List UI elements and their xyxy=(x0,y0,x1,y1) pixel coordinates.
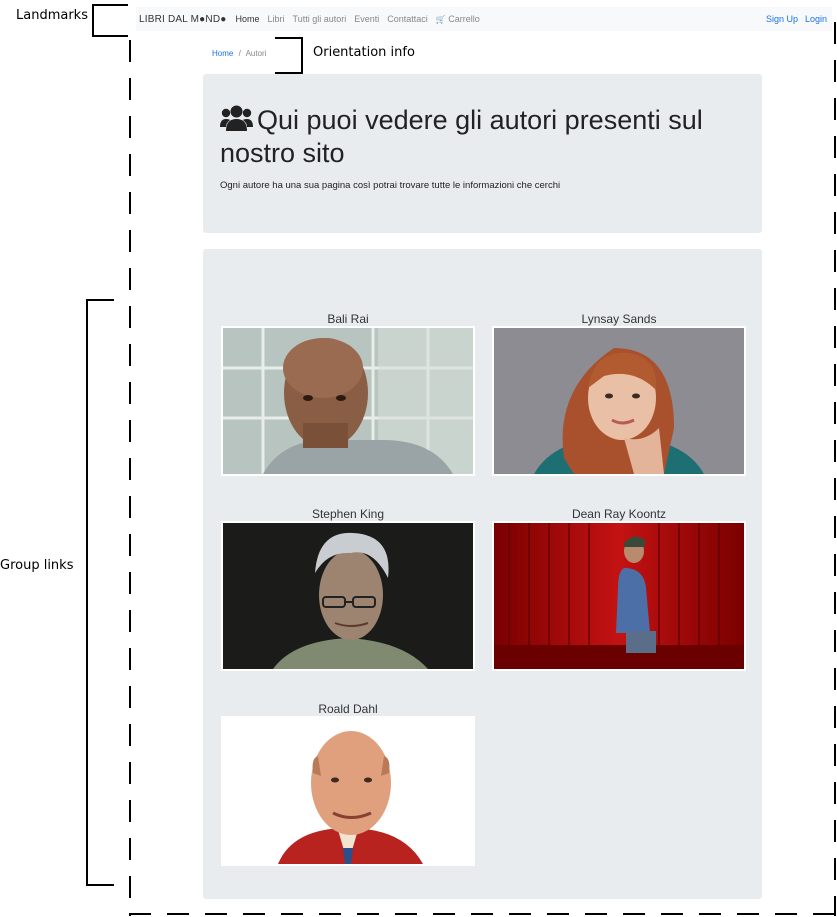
nav-tutti-autori[interactable]: Tutti gli autori xyxy=(293,14,347,24)
frame-left-dash xyxy=(129,40,131,916)
top-navbar: LIBRI DAL M●ND● Home Libri Tutti gli aut… xyxy=(136,7,832,31)
nav-home[interactable]: Home xyxy=(236,14,260,24)
breadcrumb: Home / Autori xyxy=(212,49,267,58)
nav-contattaci[interactable]: Contattaci xyxy=(387,14,428,24)
author-photo[interactable] xyxy=(492,521,746,671)
author-card-lynsay-sands[interactable]: Lynsay Sands xyxy=(492,312,746,476)
author-photo[interactable] xyxy=(221,716,475,866)
page-title: Qui puoi vedere gli autori presenti sul … xyxy=(220,104,740,170)
users-icon xyxy=(220,105,253,131)
author-photo[interactable] xyxy=(492,326,746,476)
frame-right-dash xyxy=(834,22,836,916)
brand-logo[interactable]: LIBRI DAL M●ND● xyxy=(139,14,227,25)
login-link[interactable]: Login xyxy=(805,14,827,24)
author-name[interactable]: Stephen King xyxy=(221,507,475,521)
nav-carrello[interactable]: 🛒 Carrello xyxy=(436,14,480,24)
breadcrumb-current: Autori xyxy=(245,49,267,58)
author-photo[interactable] xyxy=(221,326,475,476)
breadcrumb-separator: / xyxy=(238,49,241,58)
author-name[interactable]: Bali Rai xyxy=(221,312,475,326)
author-name[interactable]: Roald Dahl xyxy=(221,702,475,716)
author-name[interactable]: Dean Ray Koontz xyxy=(492,507,746,521)
nav-eventi[interactable]: Eventi xyxy=(354,14,379,24)
auth-links: Sign Up Login xyxy=(766,14,827,24)
orientation-bracket xyxy=(275,37,303,74)
nav-libri[interactable]: Libri xyxy=(268,14,285,24)
landmarks-annotation: Landmarks xyxy=(16,8,88,23)
page-header: Qui puoi vedere gli autori presenti sul … xyxy=(203,74,762,233)
author-photo[interactable] xyxy=(221,521,475,671)
frame-bottom-dash xyxy=(129,913,836,915)
landmarks-bracket xyxy=(92,4,128,37)
nav-carrello-label: Carrello xyxy=(448,14,480,24)
group-links-bracket xyxy=(86,299,114,886)
page-title-text: Qui puoi vedere gli autori presenti sul … xyxy=(220,105,703,168)
author-card-dean-ray-koontz[interactable]: Dean Ray Koontz xyxy=(492,507,746,671)
signup-link[interactable]: Sign Up xyxy=(766,14,798,24)
author-card-roald-dahl[interactable]: Roald Dahl xyxy=(221,702,475,866)
cart-icon: 🛒 xyxy=(435,15,446,24)
page-subtitle: Ogni autore ha una sua pagina così potra… xyxy=(220,180,561,191)
author-card-stephen-king[interactable]: Stephen King xyxy=(221,507,475,671)
group-links-annotation: Group links xyxy=(0,558,74,573)
author-name[interactable]: Lynsay Sands xyxy=(492,312,746,326)
breadcrumb-home[interactable]: Home xyxy=(212,49,233,58)
authors-group: Bali Rai Lynsay Sands Stephen King Dean … xyxy=(203,249,762,899)
author-card-bali-rai[interactable]: Bali Rai xyxy=(221,312,475,476)
orientation-annotation: Orientation info xyxy=(313,45,415,60)
